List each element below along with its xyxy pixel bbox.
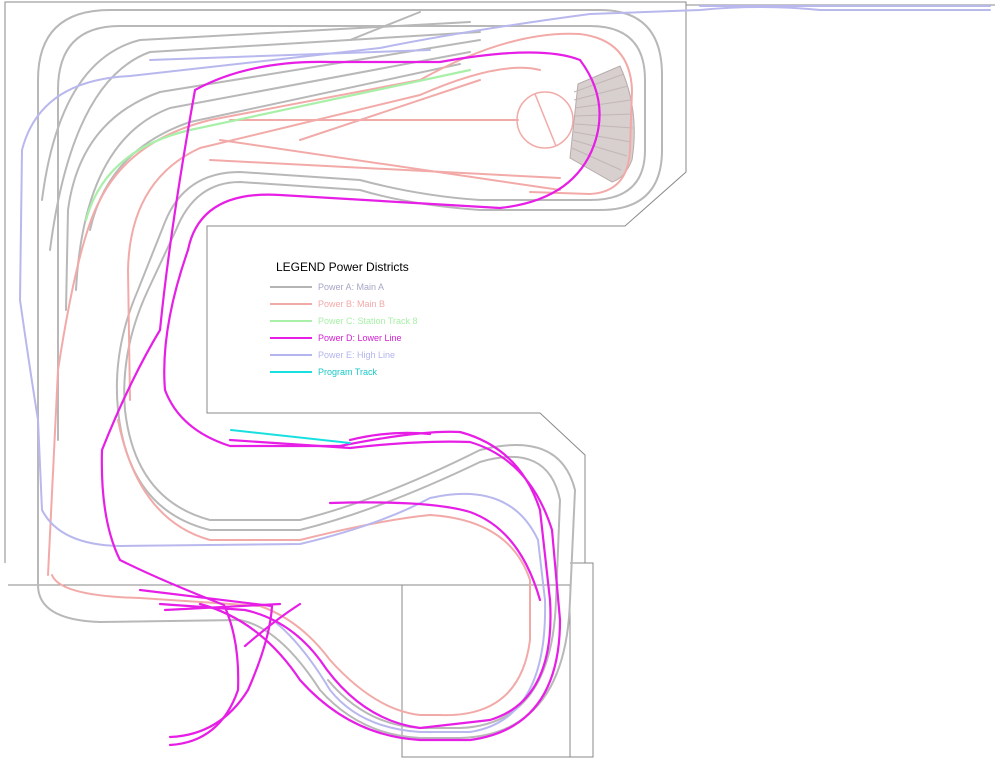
track-plan-diagram: LEGEND Power Districts Power A: Main A P… [0,0,1000,763]
lower-line-upper-loop [100,51,601,747]
legend-item-power-b: Power B: Main B [270,297,385,311]
legend-swatch-program-track [270,371,312,373]
main-b-yard-lead [299,79,481,141]
legend-item-power-c: Power C: Station Track 8 [270,314,418,328]
turntable-area [516,65,635,183]
legend-label-power-d: Power D: Lower Line [318,333,402,343]
legend-item-power-d: Power D: Lower Line [270,331,402,345]
power-e-high-line-tracks [19,5,991,733]
legend-label-program-track: Program Track [318,367,378,377]
legend-label-power-a: Power A: Main A [318,282,385,292]
high-line-main [19,6,991,733]
legend-title: LEGEND Power Districts [276,260,409,274]
legend-label-power-b: Power B: Main B [318,299,386,309]
main-b-spur-1 [209,159,561,179]
legend-swatch-power-d [270,337,312,339]
legend-swatch-power-b [270,303,312,305]
legend-swatch-power-a [270,286,312,288]
legend-label-power-e: Power E: High Line [318,350,396,360]
main-b-lower-loop [51,419,531,717]
legend-item-power-a: Power A: Main A [270,280,384,294]
power-d-lower-line-tracks [100,51,601,747]
legend-item-program-track: Program Track [270,365,377,379]
legend-swatch-power-c [270,320,312,322]
legend-label-power-c: Power C: Station Track 8 [318,316,418,326]
layout-drawing [4,1,995,758]
legend-swatch-power-e [270,354,312,356]
legend-item-power-e: Power E: High Line [270,348,395,362]
main-b-spur-2 [219,139,561,191]
main-a-parallel-2 [49,31,481,251]
